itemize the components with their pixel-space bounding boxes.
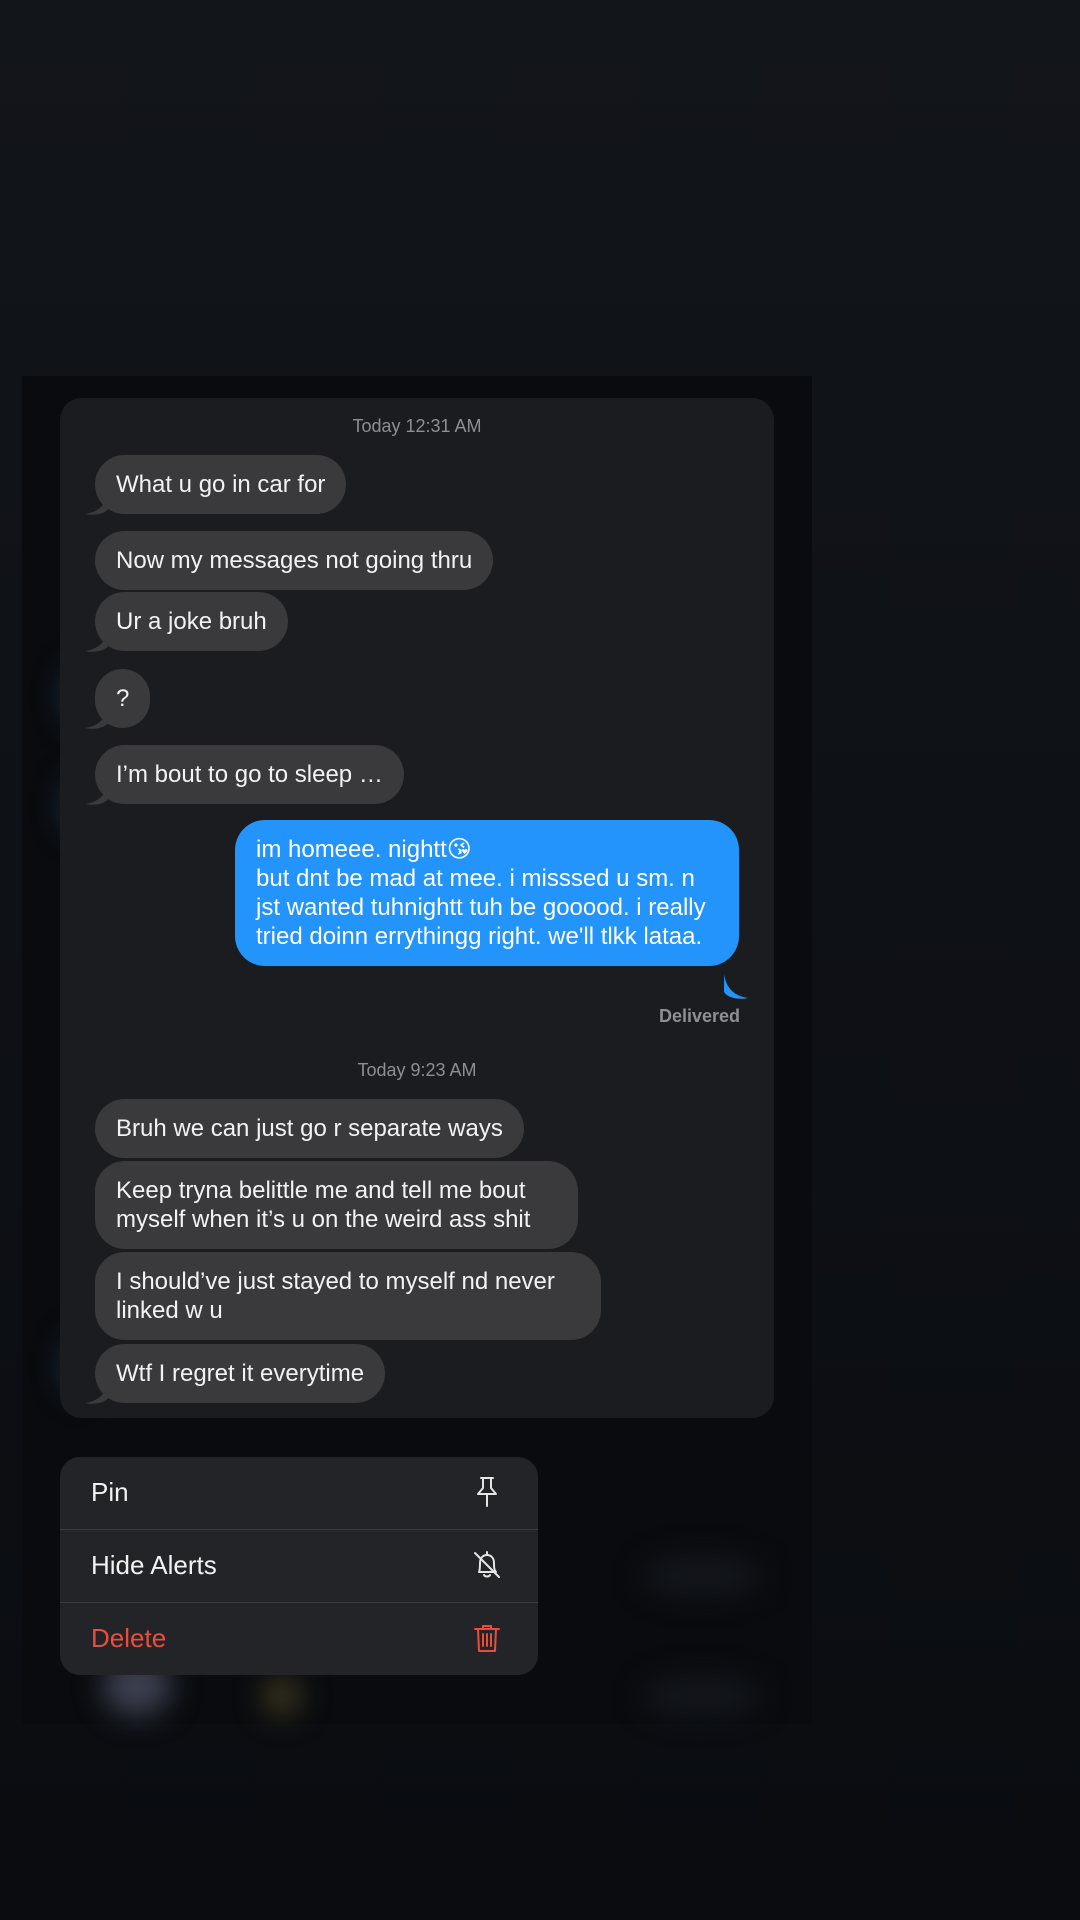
incoming-message-bubble[interactable]: I should’ve just stayed to myself nd nev… <box>95 1252 601 1340</box>
trash-icon <box>474 1625 500 1652</box>
menu-item-delete[interactable]: Delete <box>60 1603 538 1675</box>
incoming-message-bubble[interactable]: What u go in car for <box>95 455 347 514</box>
delivery-status: Delivered <box>658 1006 740 1026</box>
blur-shape <box>642 1556 762 1596</box>
menu-item-label: Delete <box>91 1623 167 1653</box>
bubble-tail <box>724 974 748 999</box>
menu-item-hide-alerts[interactable]: Hide Alerts <box>60 1530 538 1602</box>
message-timestamp: Today 12:31 AM <box>352 416 482 436</box>
outgoing-message-bubble[interactable]: im homeee. nightt😘 but dnt be mad at mee… <box>235 820 739 966</box>
incoming-message-bubble[interactable]: Ur a joke bruh <box>95 592 288 651</box>
message-preview-card[interactable]: Today 12:31 AM What u go in car for Now … <box>60 398 774 1418</box>
blur-shape <box>262 1676 302 1716</box>
pin-icon <box>477 1477 497 1507</box>
incoming-message-bubble[interactable]: I’m bout to go to sleep … <box>95 745 404 804</box>
menu-item-label: Pin <box>91 1477 129 1507</box>
incoming-message-bubble[interactable]: Wtf I regret it everytime <box>95 1344 386 1403</box>
bell-slash-icon <box>474 1551 500 1578</box>
menu-item-pin[interactable]: Pin <box>60 1457 538 1529</box>
context-menu: Pin Hide Alerts Delete <box>60 1457 538 1675</box>
incoming-message-bubble[interactable]: Bruh we can just go r separate ways <box>95 1099 524 1158</box>
incoming-message-bubble[interactable]: Now my messages not going thru <box>95 531 494 590</box>
blur-shape <box>642 1676 762 1716</box>
menu-item-label: Hide Alerts <box>91 1550 217 1580</box>
message-timestamp: Today 9:23 AM <box>357 1060 477 1080</box>
incoming-message-bubble[interactable]: ? <box>95 669 151 728</box>
incoming-message-bubble[interactable]: Keep tryna belittle me and tell me bout … <box>95 1161 578 1249</box>
